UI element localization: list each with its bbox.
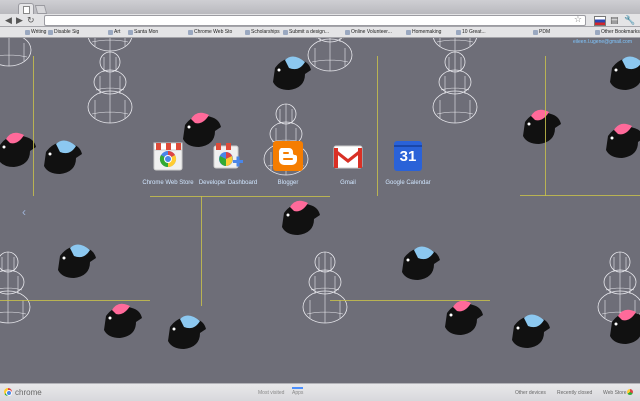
app-label: Google Calendar [385, 180, 431, 186]
app-tile-blogger[interactable]: Blogger [258, 140, 318, 186]
bookmark-favicon-icon [345, 29, 350, 35]
bookmark-item[interactable]: Scholarships [245, 29, 280, 35]
bookmark-label: Other Bookmarks [601, 29, 640, 35]
pager-most-visited[interactable]: Most visited [258, 390, 284, 396]
bookmark-label: Disable Sig [54, 29, 80, 35]
bookmark-label: Homemaking [412, 29, 442, 35]
bookmark-item[interactable]: Submit a design... [283, 29, 329, 35]
other-devices-menu[interactable]: Other devices [515, 390, 546, 396]
new-tab-page-icon [23, 6, 30, 14]
decor-line [520, 195, 640, 196]
reload-icon[interactable]: ↻ [27, 15, 35, 25]
window-titlebar [0, 0, 640, 15]
bookmark-item[interactable]: Santa Mon [128, 29, 158, 35]
app-label: Gmail [340, 180, 356, 186]
decor-line [201, 196, 202, 306]
bookmark-item[interactable]: Disable Sig [48, 29, 79, 35]
new-tab-button[interactable] [34, 5, 48, 14]
chrome-web-store-icon [151, 140, 185, 172]
app-label: Blogger [277, 180, 299, 186]
bookmark-favicon-icon [128, 29, 133, 35]
bookmark-label: Santa Mon [134, 29, 159, 35]
bookmark-favicon-icon [48, 29, 53, 35]
bookmark-favicon-icon [108, 29, 113, 35]
bookmark-item[interactable]: 10 Great... [456, 29, 486, 35]
bookmark-label: Writing [31, 29, 47, 35]
bookmark-favicon-icon [25, 29, 30, 35]
forward-icon[interactable]: ▶ [16, 15, 23, 25]
bookmark-label: Online Volunteer... [351, 29, 392, 35]
decor-line [33, 56, 34, 196]
bookmark-favicon-icon [245, 29, 250, 35]
bookmark-favicon-icon [406, 29, 411, 35]
chrome-wordmark: chrome [15, 388, 42, 397]
bookmark-label: 10 Great... [462, 29, 486, 35]
back-icon[interactable]: ◀ [5, 15, 12, 25]
decor-line [150, 196, 330, 197]
web-store-icon[interactable] [627, 389, 633, 395]
app-tile-google-calendar[interactable]: 31 Google Calendar [378, 140, 438, 186]
app-label: Chrome Web Store [142, 180, 194, 186]
calendar-day-number: 31 [399, 148, 417, 165]
bookmark-label: Submit a design... [289, 29, 330, 35]
bookmark-label: Chrome Web Sto [194, 29, 233, 35]
app-label: Developer Dashboard [198, 180, 258, 186]
developer-dashboard-icon [211, 140, 245, 172]
bookmark-item[interactable]: Homemaking [406, 29, 441, 35]
bookmark-item[interactable]: Writing [25, 29, 46, 35]
bookmark-item[interactable]: PDM [533, 29, 550, 35]
web-store-link[interactable]: Web Store [603, 390, 627, 396]
gmail-icon [331, 140, 365, 172]
decor-line [545, 56, 546, 196]
ntp-footer: chrome Most visited Apps Other devices R… [0, 383, 640, 401]
app-tile-gmail[interactable]: Gmail [318, 140, 378, 186]
previous-page-arrow-icon[interactable]: ‹ [22, 205, 26, 219]
app-tile-chrome-web-store[interactable]: Chrome Web Store [138, 140, 198, 186]
bookmark-label: PDM [539, 29, 551, 35]
pager-apps[interactable]: Apps [292, 387, 304, 396]
theme-background [0, 0, 640, 349]
star-icon[interactable]: ☆ [574, 14, 582, 25]
wrench-icon[interactable]: 🔧 [624, 15, 635, 26]
bookmark-favicon-icon [456, 29, 461, 35]
recently-closed-menu[interactable]: Recently closed [557, 390, 592, 396]
account-email[interactable]: eileen.l.ugene@gmail.com [573, 39, 632, 45]
omnibox[interactable]: ☆ [44, 14, 586, 26]
bookmark-favicon-icon [188, 29, 193, 35]
bookmark-item[interactable]: Chrome Web Sto [188, 29, 232, 35]
bookmark-label: Scholarships [251, 29, 280, 35]
bookmark-favicon-icon [533, 29, 538, 35]
flag-icon[interactable] [594, 16, 606, 26]
folder-icon [595, 29, 600, 35]
blogger-icon [271, 140, 305, 172]
bookmark-item[interactable]: Other Bookmarks [595, 29, 640, 35]
bookmark-favicon-icon [283, 29, 288, 35]
decor-line [0, 300, 150, 301]
bookmarks-bar: Writing Disable Sig Art Santa Mon Chrome Web… [0, 27, 640, 38]
decor-line [330, 300, 490, 301]
bookmark-item[interactable]: Art [108, 29, 120, 35]
page-menu-icon[interactable]: ▤ [610, 15, 619, 26]
app-tile-developer-dashboard[interactable]: Developer Dashboard [198, 140, 258, 186]
bookmark-label: Art [114, 29, 121, 35]
chrome-logo-icon [4, 388, 12, 396]
bookmark-item[interactable]: Online Volunteer... [345, 29, 392, 35]
google-calendar-icon: 31 [391, 140, 425, 172]
